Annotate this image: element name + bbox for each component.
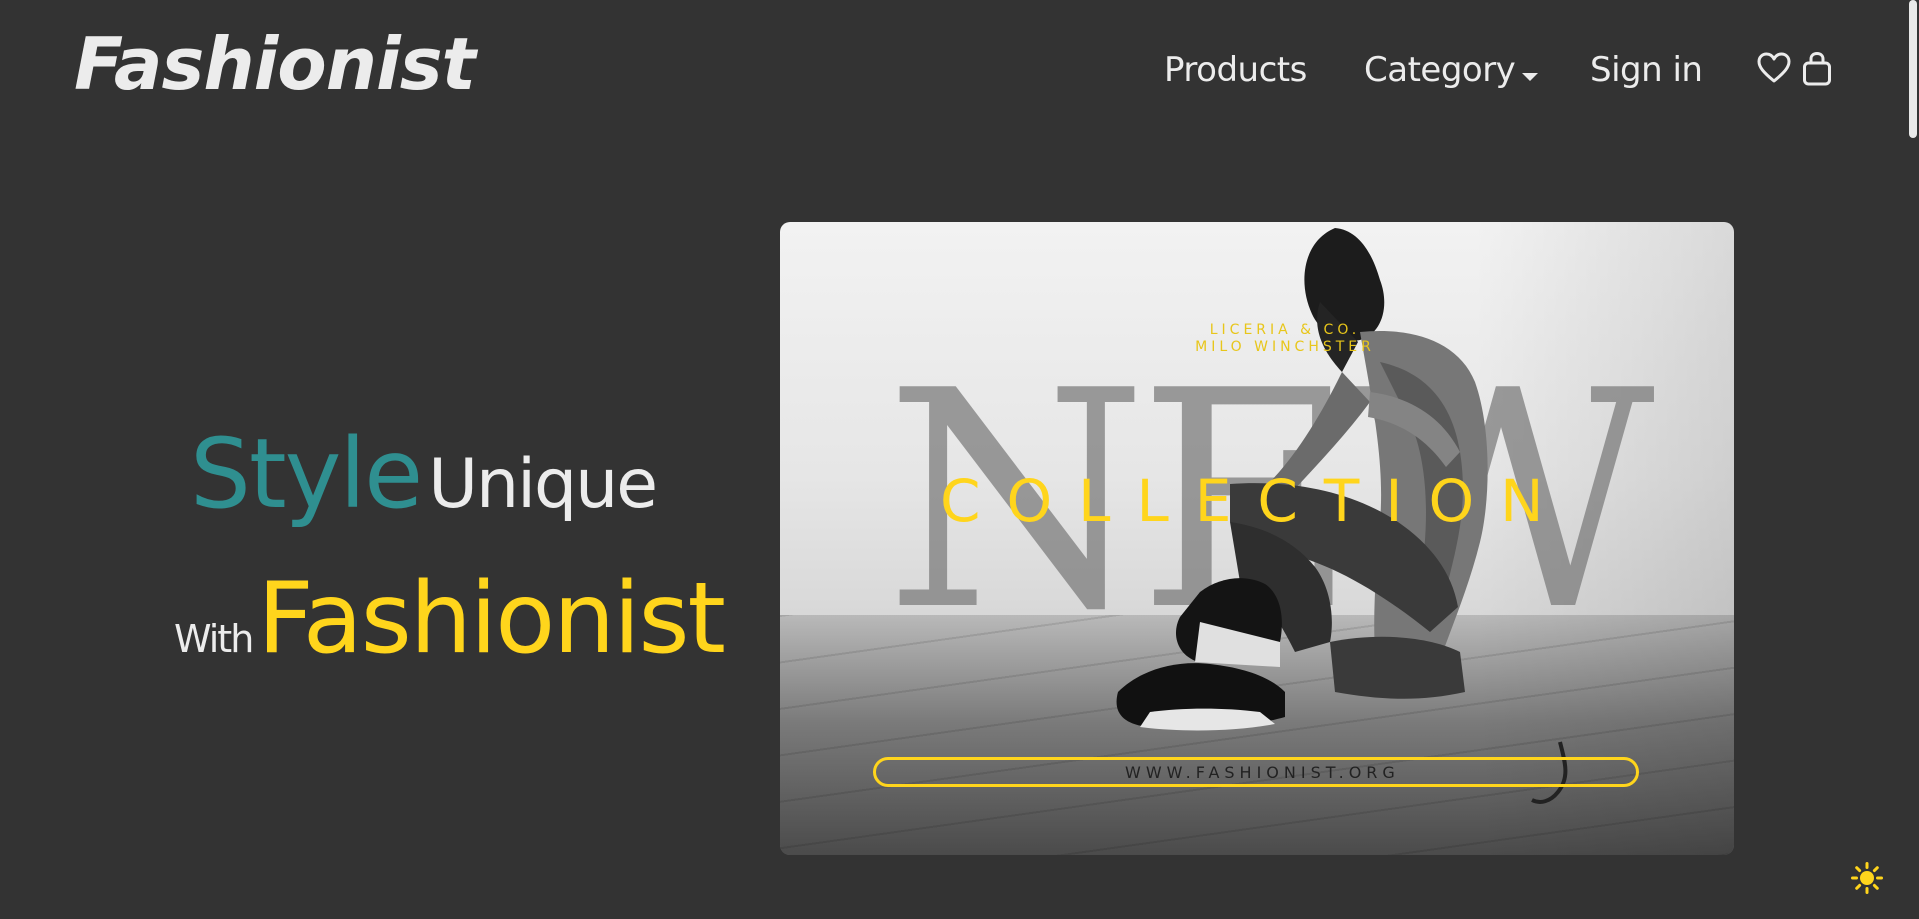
hero-word-with: With <box>174 617 254 661</box>
caret-down-icon <box>1521 52 1539 92</box>
hero-word-unique: Unique <box>428 445 658 524</box>
page-scrollbar[interactable] <box>1905 0 1919 919</box>
scroll-thumb[interactable] <box>1909 0 1917 138</box>
banner-brand-line2: MILO WINCHSTER <box>1195 339 1375 355</box>
banner-url-text: WWW.FASHIONIST.ORG <box>1125 763 1400 782</box>
hero-word-style: Style <box>190 418 423 530</box>
shopping-bag-icon[interactable] <box>1802 51 1832 91</box>
new-collection-banner[interactable]: NEW COLLECTION LICERIA & CO. MILO WINCHS… <box>780 222 1734 855</box>
heart-icon[interactable] <box>1757 52 1791 88</box>
nav-signin[interactable]: Sign in <box>1590 50 1703 90</box>
nav-category[interactable]: Category <box>1364 50 1539 92</box>
banner-collection-text: COLLECTION <box>940 467 1570 535</box>
nav-category-label: Category <box>1364 50 1516 90</box>
banner-brand-text: LICERIA & CO. MILO WINCHSTER <box>1160 322 1410 356</box>
sun-icon[interactable] <box>1851 862 1883 898</box>
hero-word-fashionist: Fashionist <box>257 562 726 676</box>
banner-brand-line1: LICERIA & CO. <box>1209 322 1361 338</box>
site-logo[interactable]: Fashionist <box>74 22 476 106</box>
nav-products[interactable]: Products <box>1164 50 1307 90</box>
hero-line-1: Style Unique <box>190 418 658 530</box>
hero-line-2: With Fashionist <box>174 562 726 676</box>
